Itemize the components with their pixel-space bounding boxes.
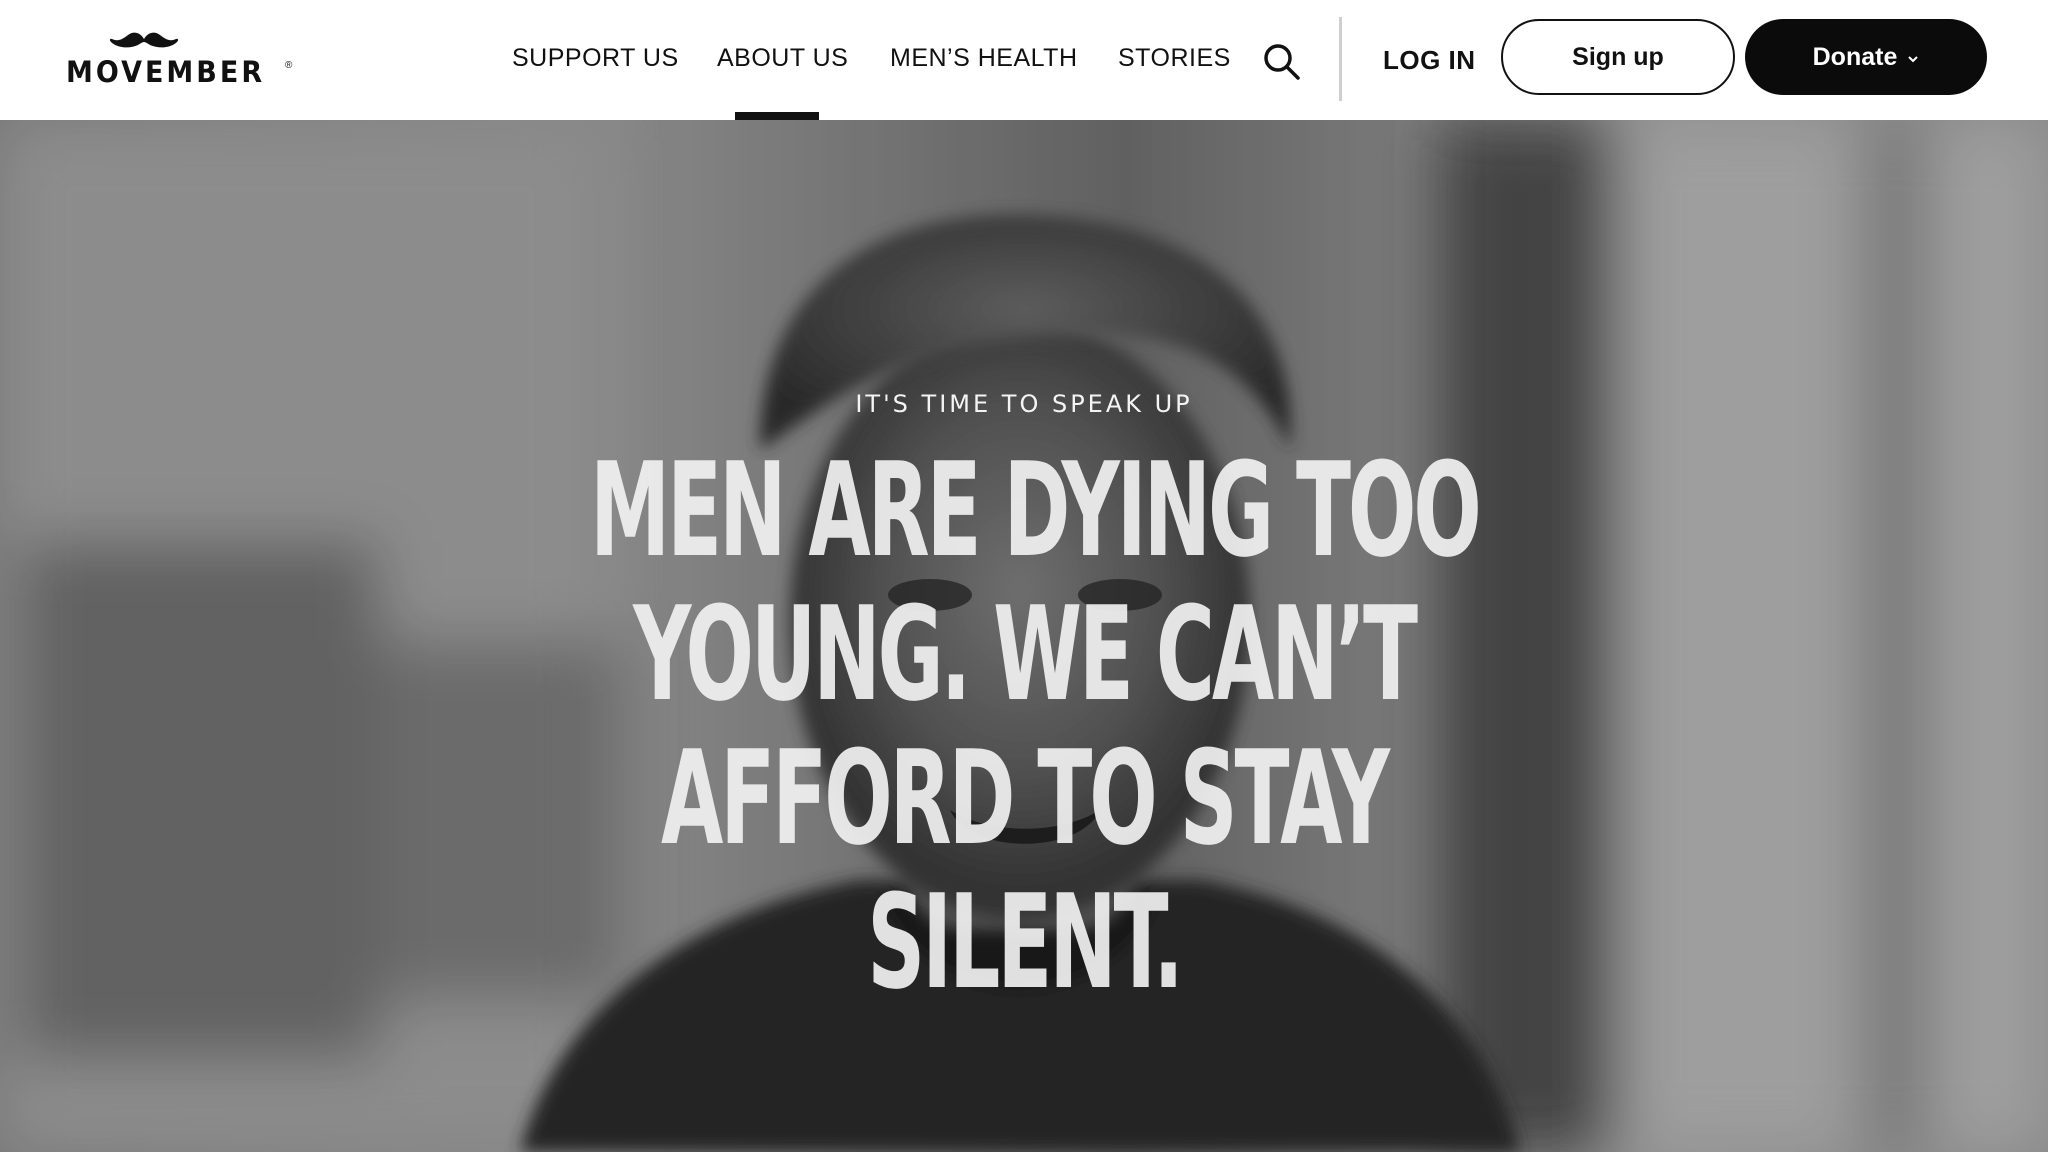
donate-button[interactable]: Donate [1745,19,1987,95]
hero-eyebrow: IT'S TIME TO SPEAK UP [855,390,1193,418]
headline-line: AFFORD TO STAY [660,722,1390,874]
moustache-icon [109,32,179,48]
headline-line: YOUNG. WE CAN’T [633,578,1418,730]
movember-logo[interactable]: MOVEMBER ® [66,30,292,92]
signup-label: Sign up [1572,43,1664,71]
search-button[interactable] [1262,42,1302,82]
site-header: MOVEMBER ® SUPPORT US ABOUT US MEN’S HEA… [0,0,2048,120]
header-divider [1339,17,1342,101]
headline-line: SILENT. [867,866,1184,1018]
chevron-down-icon [1907,17,1919,93]
hero-headline: MEN ARE DYING TOO YOUNG. WE CAN’T AFFORD… [324,438,1724,1014]
donate-label: Donate [1812,43,1898,71]
hero-section: IT'S TIME TO SPEAK UP MEN ARE DYING TOO … [0,120,2048,1152]
active-nav-indicator [735,112,819,120]
registered-mark: ® [285,60,293,71]
nav-stories[interactable]: STORIES [1118,40,1231,76]
headline-line: MEN ARE DYING TOO [590,434,1482,586]
nav-about-us[interactable]: ABOUT US [717,40,848,76]
login-link[interactable]: LOG IN [1383,42,1476,78]
nav-support-us[interactable]: SUPPORT US [512,40,679,76]
signup-button[interactable]: Sign up [1501,19,1735,95]
search-icon [1264,44,1300,80]
logo-wordmark: MOVEMBER [66,55,266,90]
nav-mens-health[interactable]: MEN’S HEALTH [890,40,1078,76]
